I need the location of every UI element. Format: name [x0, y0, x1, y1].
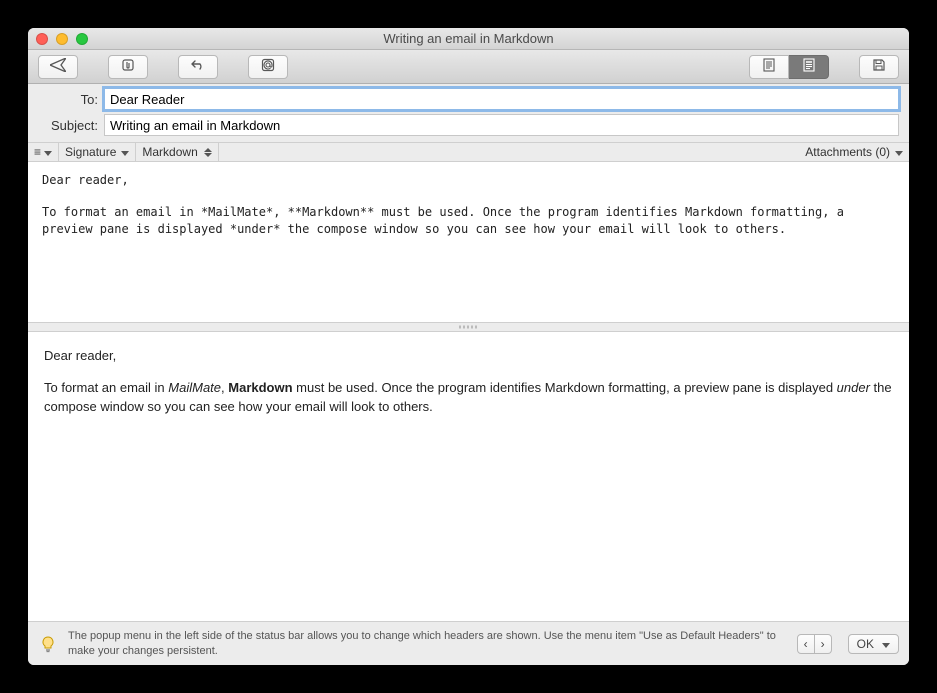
headers-menu[interactable]: ≡ [28, 143, 59, 161]
format-label: Markdown [142, 145, 197, 159]
signature-label: Signature [65, 145, 116, 159]
tip-ok-button[interactable]: OK [848, 634, 899, 654]
send-button[interactable] [38, 55, 78, 79]
tip-text: The popup menu in the left side of the s… [68, 629, 787, 659]
at-icon [261, 58, 275, 75]
traffic-lights [36, 33, 88, 45]
view-rich-button[interactable] [789, 55, 829, 79]
attachments-dropdown[interactable]: Attachments (0) [799, 143, 909, 161]
tip-next-button[interactable]: › [815, 634, 832, 654]
chevron-down-icon [42, 145, 52, 159]
tip-prev-button[interactable]: ‹ [797, 634, 815, 654]
chevron-left-icon: ‹ [804, 637, 808, 651]
attachments-label: Attachments (0) [805, 145, 890, 159]
format-row: ≡ Signature Markdown Attachments (0) [28, 142, 909, 162]
save-icon [872, 58, 886, 75]
chevron-down-icon [893, 145, 903, 159]
close-window-button[interactable] [36, 33, 48, 45]
compose-window: Writing an email in Markdown [28, 28, 909, 665]
view-mode-group [749, 55, 829, 79]
chevron-down-icon [119, 145, 129, 159]
window-title: Writing an email in Markdown [28, 31, 909, 46]
split-handle[interactable] [28, 322, 909, 332]
tip-nav-group: ‹ › [797, 634, 832, 654]
page-icon [763, 58, 775, 75]
subject-row: Subject: [38, 114, 899, 136]
toolbar [28, 50, 909, 84]
preview-body: To format an email in MailMate, Markdown… [44, 378, 893, 417]
attach-button[interactable] [108, 55, 148, 79]
lightbulb-icon [38, 634, 58, 654]
paperclip-icon [121, 58, 135, 75]
zoom-window-button[interactable] [76, 33, 88, 45]
preview-pane: Dear reader, To format an email in MailM… [28, 332, 909, 621]
minimize-window-button[interactable] [56, 33, 68, 45]
chevron-down-icon [880, 637, 890, 651]
undo-icon [190, 58, 206, 75]
to-label: To: [38, 92, 98, 107]
tip-bar: The popup menu in the left side of the s… [28, 621, 909, 665]
subject-label: Subject: [38, 118, 98, 133]
paper-plane-icon [50, 58, 66, 75]
stepper-icon [204, 148, 212, 157]
lines-icon: ≡ [34, 145, 39, 159]
compose-textarea[interactable]: Dear reader, To format an email in *Mail… [28, 162, 909, 322]
to-input[interactable] [104, 88, 899, 110]
signature-dropdown[interactable]: Signature [59, 143, 136, 161]
headers-area: To: Subject: [28, 84, 909, 142]
subject-input[interactable] [104, 114, 899, 136]
chevron-right-icon: › [821, 637, 825, 651]
view-plain-button[interactable] [749, 55, 789, 79]
ok-label: OK [857, 637, 874, 651]
format-dropdown[interactable]: Markdown [136, 143, 218, 161]
save-draft-button[interactable] [859, 55, 899, 79]
undo-button[interactable] [178, 55, 218, 79]
preview-greeting: Dear reader, [44, 346, 893, 366]
titlebar: Writing an email in Markdown [28, 28, 909, 50]
address-button[interactable] [248, 55, 288, 79]
to-row: To: [38, 88, 899, 110]
page-rich-icon [803, 58, 815, 75]
